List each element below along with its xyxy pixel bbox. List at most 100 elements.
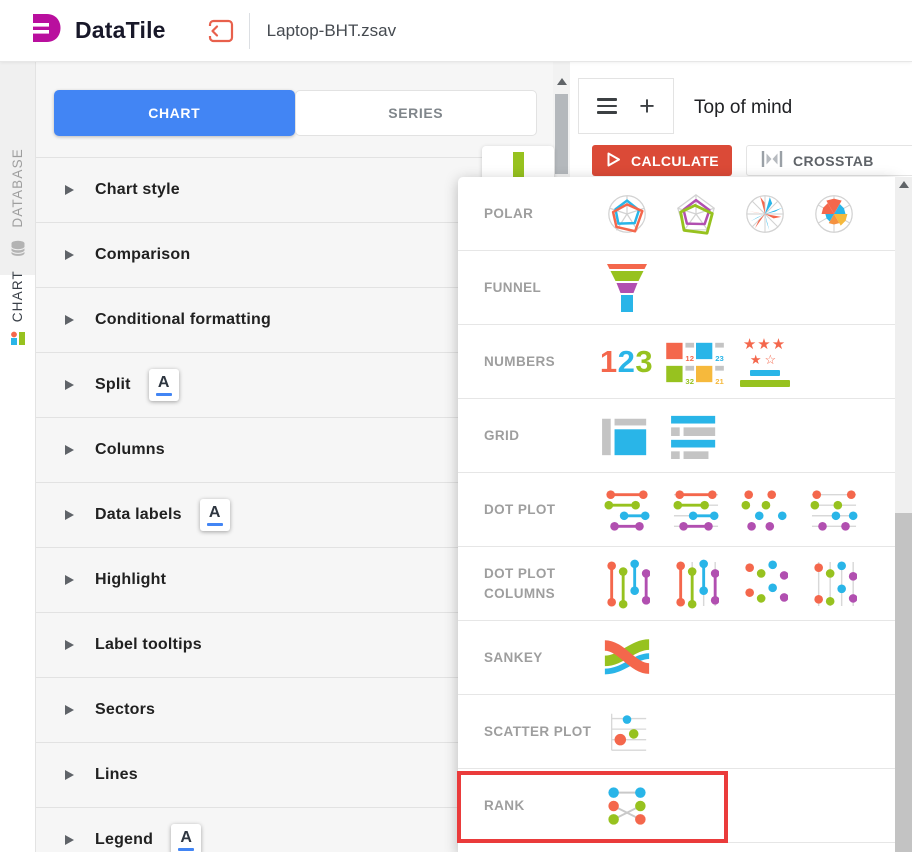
add-icon[interactable]: + (639, 93, 655, 120)
numbers-tiles-icon[interactable]: 12 23 32 21 (661, 338, 730, 386)
text-format-icon: A (209, 505, 221, 521)
chart-type-menu: POLAR (458, 177, 895, 852)
svg-text:32: 32 (685, 377, 694, 386)
page-title: Top of mind (694, 97, 792, 119)
expand-arrow-icon (65, 510, 74, 520)
dot-plot-lines-icon[interactable] (661, 487, 730, 533)
section-label: Legend (95, 831, 153, 849)
menu-row-polar: POLAR (458, 177, 895, 251)
svg-text:23: 23 (715, 354, 724, 363)
dot-plot-icon[interactable] (592, 487, 661, 533)
scrollbar-thumb[interactable] (895, 513, 912, 852)
expand-arrow-icon (65, 445, 74, 455)
scroll-up-arrow[interactable] (557, 78, 567, 85)
section-label: Label tooltips (95, 636, 202, 654)
text-format-underline (207, 523, 223, 526)
numbers-123-icon[interactable]: 123 (592, 344, 661, 380)
grid-single-icon[interactable] (592, 413, 661, 459)
expand-arrow-icon (65, 705, 74, 715)
menu-row-label: NUMBERS (484, 352, 592, 372)
section-label: Columns (95, 441, 165, 459)
text-format-underline (156, 393, 172, 396)
numbers-stars-icon[interactable]: ★★★ ★☆ (730, 337, 799, 387)
side-nav: DATABASE CHART (0, 62, 36, 852)
grid-rows-icon[interactable] (661, 413, 730, 459)
section-label: Chart style (95, 181, 180, 199)
chart-icon (10, 330, 26, 351)
open-file-name: Laptop-BHT.zsav (267, 21, 396, 41)
section-label: Lines (95, 766, 138, 784)
polar-radar-icon[interactable] (592, 191, 661, 237)
menu-row-dot-plot: DOT PLOT (458, 473, 895, 547)
dot-plot-dots-icon[interactable] (730, 487, 799, 533)
menu-row-label: SCATTER PLOT (484, 722, 592, 742)
menu-row-rank: RANK (458, 769, 895, 843)
dot-plot-columns-lines-icon[interactable] (661, 559, 730, 609)
sidebar-item-database[interactable]: DATABASE (0, 62, 35, 275)
expand-arrow-icon (65, 770, 74, 780)
expand-arrow-icon (65, 640, 74, 650)
dot-plot-columns-dots-lines-icon[interactable] (799, 559, 868, 609)
dot-plot-columns-dots-icon[interactable] (730, 559, 799, 609)
expand-arrow-icon (65, 315, 74, 325)
polar-pentagon-icon[interactable] (661, 191, 730, 237)
text-format-button[interactable]: A (149, 369, 179, 401)
menu-row-label: POLAR (484, 204, 592, 224)
crosstab-icon (761, 150, 783, 171)
expand-arrow-icon (65, 185, 74, 195)
panel-tabs: CHART SERIES (54, 90, 537, 136)
menu-row-funnel: FUNNEL (458, 251, 895, 325)
expand-arrow-icon (65, 380, 74, 390)
text-format-icon: A (158, 375, 170, 391)
menu-row-dot-plot-columns: DOT PLOT COLUMNS (458, 547, 895, 621)
sankey-icon[interactable] (592, 636, 661, 680)
menu-row-label: DOT PLOT (484, 500, 592, 520)
text-format-icon: A (180, 830, 192, 846)
play-icon (605, 151, 622, 171)
menu-icon[interactable] (597, 98, 617, 114)
scroll-up-arrow[interactable] (899, 181, 909, 188)
menu-row-label: RANK (484, 796, 592, 816)
crosstab-button[interactable]: CROSSTAB (746, 145, 912, 176)
crosstab-label: CROSSTAB (793, 153, 874, 169)
datatile-logo-icon (28, 13, 66, 48)
polar-spokes-icon[interactable] (730, 191, 799, 237)
section-label: Comparison (95, 246, 190, 264)
section-label: Sectors (95, 701, 155, 719)
menu-scrollbar[interactable] (895, 177, 912, 852)
calculate-button[interactable]: CALCULATE (592, 145, 732, 176)
text-format-button[interactable]: A (171, 824, 201, 852)
expand-arrow-icon (65, 835, 74, 845)
text-format-underline (178, 848, 194, 851)
open-file-icon[interactable] (208, 19, 234, 43)
column-chart-icon (513, 152, 524, 178)
tab-chart[interactable]: CHART (54, 90, 295, 136)
dot-plot-columns-icon[interactable] (592, 559, 661, 609)
tab-series[interactable]: SERIES (295, 90, 538, 136)
app-name: DataTile (75, 17, 166, 44)
calculate-label: CALCULATE (631, 153, 719, 169)
scatter-plot-icon[interactable] (592, 710, 661, 754)
polar-rose-icon[interactable] (799, 191, 868, 237)
svg-text:12: 12 (685, 354, 694, 363)
text-format-button[interactable]: A (200, 499, 230, 531)
rank-icon[interactable] (592, 785, 661, 827)
section-label: Split (95, 376, 131, 394)
section-label: Highlight (95, 571, 166, 589)
app-header: DataTile Laptop-BHT.zsav (0, 0, 912, 62)
scrollbar-thumb[interactable] (555, 94, 568, 174)
menu-row-grid: GRID (458, 399, 895, 473)
menu-row-label: DOT PLOT COLUMNS (484, 564, 592, 603)
menu-row-numbers: NUMBERS 123 12 23 32 21 (458, 325, 895, 399)
dot-plot-dots-lines-icon[interactable] (799, 487, 868, 533)
section-label: Data labels (95, 506, 182, 524)
funnel-icon[interactable] (592, 264, 661, 312)
menu-row-label: FUNNEL (484, 278, 592, 298)
sidebar-item-chart[interactable]: CHART (0, 275, 35, 361)
chart-tab-label: CHART (10, 270, 25, 322)
database-icon (10, 240, 26, 262)
expand-arrow-icon (65, 575, 74, 585)
menu-row-label: GRID (484, 426, 592, 446)
header-divider (249, 13, 250, 49)
database-tab-label: DATABASE (10, 148, 25, 228)
